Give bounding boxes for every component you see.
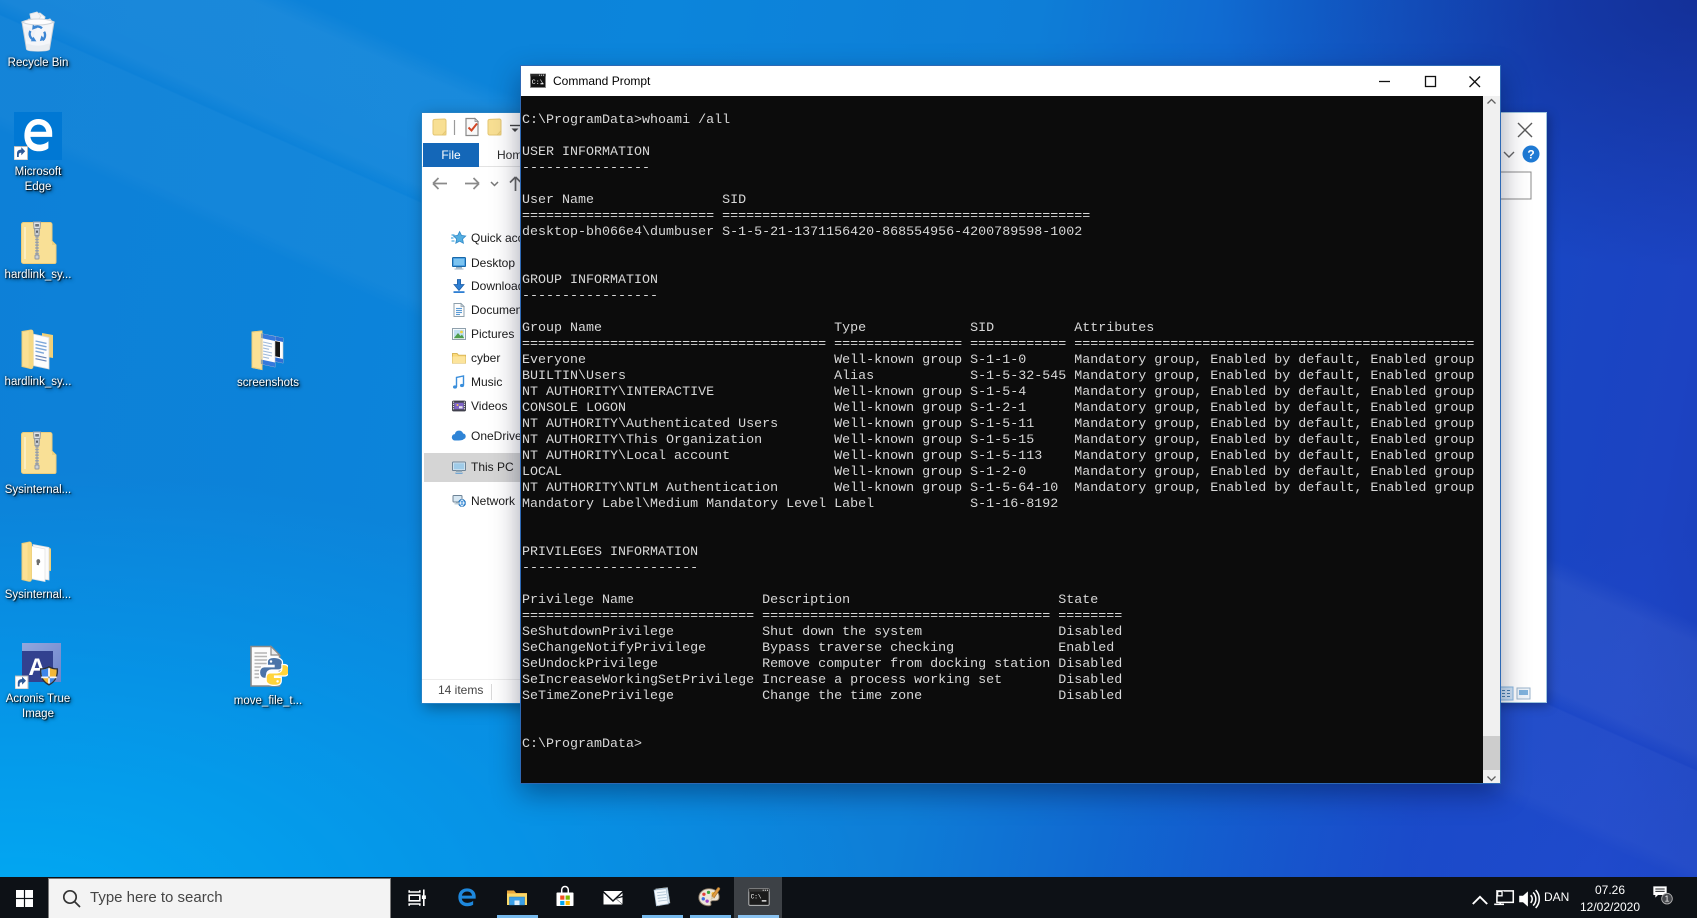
svg-text:C:\: C:\ <box>751 893 762 900</box>
svg-text:C:\: C:\ <box>532 79 544 86</box>
svg-text:?: ? <box>1527 148 1534 162</box>
svg-text:1: 1 <box>1665 894 1670 904</box>
